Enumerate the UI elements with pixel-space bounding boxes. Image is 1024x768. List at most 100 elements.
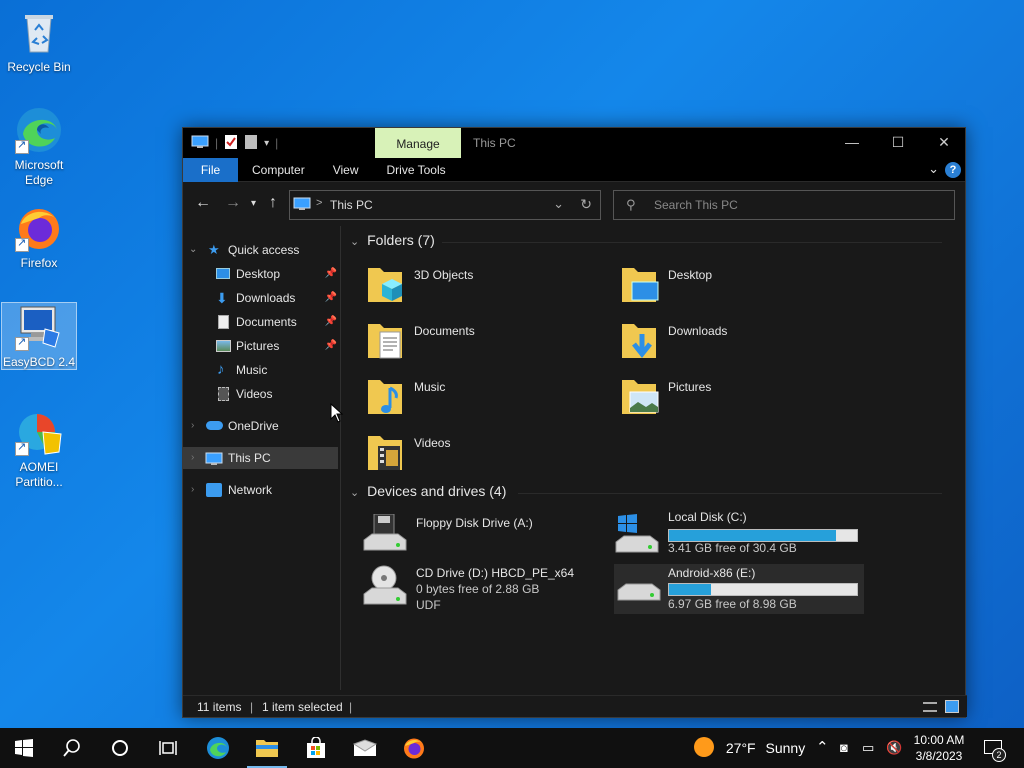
pin-icon[interactable]: 📌 — [325, 335, 337, 357]
store-icon — [307, 737, 325, 758]
pin-icon[interactable]: 📌 — [325, 287, 337, 309]
tab-view[interactable]: View — [319, 158, 373, 182]
nav-item-downloads[interactable]: ⬇ Downloads 📌 — [183, 287, 341, 309]
help-icon[interactable]: ? — [945, 162, 961, 178]
cortana-circle-icon — [112, 740, 128, 756]
desktop-icon-aomei[interactable]: AOMEI Partitio... — [1, 404, 77, 490]
task-view-icon — [159, 741, 177, 755]
recent-locations-icon[interactable]: ▾ — [251, 198, 256, 209]
taskbar-firefox[interactable] — [390, 728, 438, 768]
computer-icon — [191, 135, 209, 152]
folder-music[interactable]: Music — [366, 374, 566, 422]
desktop-folder-icon — [622, 268, 659, 302]
drive-floppy-a[interactable]: Floppy Disk Drive (A:) — [362, 512, 612, 562]
recycle-bin-icon — [15, 8, 63, 56]
nav-item-documents[interactable]: Documents 📌 — [183, 311, 341, 333]
folder-videos[interactable]: Videos — [366, 430, 566, 478]
taskbar-mail[interactable] — [341, 728, 389, 768]
details-view-icon[interactable] — [923, 702, 937, 712]
clock[interactable]: 10:00 AM 3/8/2023 — [908, 728, 970, 768]
folder-label: Downloads — [668, 324, 728, 338]
expand-ribbon-icon[interactable]: ⌄ — [928, 161, 939, 177]
drive-free-space: 6.97 GB free of 8.98 GB — [668, 597, 797, 611]
weather-widget[interactable]: 27°F Sunny — [694, 728, 805, 768]
folder-desktop[interactable]: Desktop — [620, 262, 820, 310]
properties-icon[interactable] — [224, 134, 238, 153]
chevron-right-icon: › — [191, 484, 195, 495]
network-status-icon[interactable]: ▭ — [862, 728, 874, 768]
main-pane: ⌄ Folders (7) 3D Objects Desktop Documen… — [342, 226, 967, 690]
search-box[interactable]: ⚲ Search This PC — [613, 190, 955, 220]
easybcd-icon — [15, 303, 63, 351]
folders-group-header[interactable]: ⌄ Folders (7) — [350, 232, 435, 248]
action-center-button[interactable]: 2 — [980, 728, 1010, 768]
folder-documents[interactable]: Documents — [366, 318, 566, 366]
nav-item-desktop[interactable]: Desktop 📌 — [183, 263, 341, 285]
desktop-icon-firefox[interactable]: Firefox — [1, 200, 77, 271]
forward-arrow-icon[interactable]: → — [225, 194, 241, 212]
separator: | — [275, 136, 279, 150]
drive-free-space: 3.41 GB free of 30.4 GB — [668, 541, 797, 555]
taskbar-store[interactable] — [292, 728, 340, 768]
tab-drive-tools[interactable]: Drive Tools — [372, 158, 459, 182]
edge-icon — [207, 737, 229, 759]
folder-3d-objects[interactable]: 3D Objects — [366, 262, 566, 310]
back-arrow-icon[interactable]: ← — [195, 194, 211, 212]
3d-objects-folder-icon — [368, 268, 402, 302]
maximize-button[interactable]: ☐ — [875, 128, 921, 158]
start-button[interactable] — [0, 728, 48, 768]
customize-toolbar-icon[interactable]: ▾ — [264, 138, 269, 149]
tab-manage[interactable]: Manage — [375, 128, 461, 158]
nav-item-music[interactable]: ♪ Music — [183, 359, 341, 381]
minimize-button[interactable]: — — [829, 128, 875, 158]
new-folder-icon[interactable] — [244, 134, 258, 153]
computer-icon — [205, 451, 223, 473]
drive-usage-fill — [669, 584, 712, 595]
folder-downloads[interactable]: Downloads — [620, 318, 820, 366]
nav-onedrive[interactable]: › OneDrive — [183, 415, 341, 437]
shortcut-arrow-icon — [15, 236, 29, 252]
taskbar-file-explorer[interactable] — [243, 728, 291, 768]
folder-pictures[interactable]: Pictures — [620, 374, 820, 422]
breadcrumb-this-pc[interactable]: This PC — [330, 198, 373, 212]
windows-drive-icon — [615, 514, 659, 553]
refresh-icon[interactable]: ↻ — [580, 196, 592, 213]
clock-time: 10:00 AM — [913, 733, 965, 747]
cortana-button[interactable] — [96, 728, 144, 768]
address-dropdown-icon[interactable]: ⌄ — [553, 196, 564, 212]
pictures-folder-icon — [622, 380, 659, 414]
firefox-icon — [404, 738, 424, 759]
drive-local-c[interactable]: Local Disk (C:) 3.41 GB free of 30.4 GB — [614, 510, 864, 560]
drive-android-e[interactable]: Android-x86 (E:) 6.97 GB free of 8.98 GB — [614, 564, 864, 614]
desktop-icon-easybcd[interactable]: EasyBCD 2.4 — [1, 302, 77, 370]
desktop-icon-recycle-bin[interactable]: Recycle Bin — [1, 4, 77, 75]
pin-icon[interactable]: 📌 — [325, 263, 337, 285]
folder-label: Music — [414, 380, 446, 394]
search-button[interactable] — [48, 728, 96, 768]
nav-quick-access[interactable]: ⌄ ★ Quick access — [183, 239, 341, 261]
pin-icon[interactable]: 📌 — [325, 311, 337, 333]
nav-label: Pictures — [236, 339, 280, 353]
drives-group-header[interactable]: ⌄ Devices and drives (4) — [350, 483, 506, 499]
status-bar: 11 items | 1 item selected | — [183, 695, 967, 717]
meet-now-icon[interactable]: ◙ — [840, 728, 848, 768]
nav-network[interactable]: › Network — [183, 479, 341, 501]
tab-file[interactable]: File — [183, 157, 238, 182]
navigation-pane: ⌄ ★ Quick access Desktop 📌 ⬇ Downloads 📌… — [183, 226, 341, 690]
large-icons-view-icon[interactable] — [945, 700, 959, 713]
up-arrow-icon[interactable]: ↑ — [269, 194, 277, 212]
nav-item-pictures[interactable]: Pictures 📌 — [183, 335, 341, 357]
nav-this-pc[interactable]: › This PC — [183, 447, 338, 469]
address-bar[interactable]: > This PC ⌄ ↻ — [289, 190, 601, 220]
volume-muted-icon[interactable]: 🔇 — [886, 728, 902, 768]
task-view-button[interactable] — [144, 728, 192, 768]
desktop-icon-edge[interactable]: Microsoft Edge — [1, 102, 77, 188]
notification-badge: 2 — [992, 748, 1006, 762]
floppy-drive-icon — [363, 514, 407, 551]
nav-item-videos[interactable]: Videos — [183, 383, 341, 405]
taskbar-edge[interactable] — [194, 728, 242, 768]
show-hidden-icons-chevron-icon[interactable]: ⌃ — [816, 728, 829, 768]
close-button[interactable]: ✕ — [921, 128, 967, 158]
drive-cd-d[interactable]: CD Drive (D:) HBCD_PE_x64 0 bytes free o… — [362, 562, 612, 624]
tab-computer[interactable]: Computer — [238, 158, 319, 182]
